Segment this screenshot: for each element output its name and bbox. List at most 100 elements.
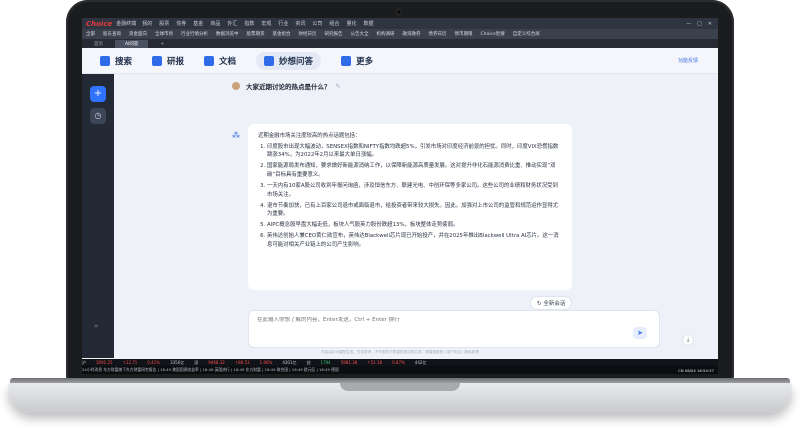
ticker-value: 沪 (82, 359, 86, 365)
toolbar-item[interactable]: 股票期货 (247, 31, 265, 37)
nav-label: 搜索 (115, 56, 133, 67)
disclaimer-text: 内容由AI大模型生成，仅供参考，不代表东方财富的观点和立场，请谨慎甄别 | 用户… (321, 350, 479, 354)
nav-documents[interactable]: 文档 (204, 55, 236, 67)
toolbar-item[interactable]: 机构调研 (377, 31, 395, 37)
menu-item-mine[interactable]: 我的 (142, 20, 152, 27)
toolbar-item[interactable]: 财经日历 (299, 31, 317, 37)
list-item: 退市节奏加快，已有上百家公司退市或面临退市，给投资者带来较大损失。因此，加强对上… (267, 202, 562, 219)
answer-intro: 近期金融市场关注度较高的热点话题包括： (258, 133, 361, 139)
menu-item-funds[interactable]: 基金 (193, 20, 203, 27)
minimize-icon[interactable]: — (686, 21, 691, 27)
user-question: 大家近期讨论的热点是什么？ ✎ (232, 81, 341, 91)
edit-icon[interactable]: ✎ (336, 83, 341, 90)
toolbar-item[interactable]: 全球市场 (155, 31, 173, 37)
send-icon[interactable]: ➤ (633, 327, 647, 339)
more-icon (341, 55, 352, 66)
ticker-value: 0.41% (147, 360, 161, 365)
toolbar-item[interactable]: 全部 (86, 31, 95, 37)
app-logo: Choice (86, 19, 113, 28)
ticker-value: ↑12.71 (122, 360, 138, 365)
ticker-value: 1.06% (259, 360, 273, 365)
close-icon[interactable]: ✕ (708, 21, 712, 27)
toolbar-item[interactable]: 数据浏览中 (216, 31, 239, 37)
left-rail: + ◷ » (82, 74, 114, 358)
qa-icon (264, 55, 275, 66)
search-icon (100, 55, 110, 66)
feedback-link[interactable]: 功能反馈 (678, 57, 698, 64)
menu-item-industry[interactable]: 行业 (278, 20, 288, 27)
menu-item-stocks[interactable]: 股票 (159, 20, 169, 27)
answer-list: 印度股市出现大幅波动，SENSEX指数和NIFTY指数均跌超5%，引发市场对印度… (258, 143, 562, 250)
menu-item-bonds[interactable]: 债券 (176, 20, 186, 27)
ai-assistant-icon: ⁂ (232, 131, 240, 140)
toolbar-item[interactable]: 自定义综合屏 (513, 31, 540, 37)
screen: Choice 金融终端 我的 股票 债券 基金 商品 外汇 指数 宏观 行业 资… (82, 18, 718, 374)
menu-item-portfolio[interactable]: 组合 (329, 20, 339, 27)
tab-ai-qa[interactable]: AI问答 (115, 40, 149, 48)
market-ticker: 沪 3091.25 ↑12.71 0.41% 3356亿 深 9468.32 ↑… (82, 359, 718, 366)
new-chat-label: 全新会话 (543, 301, 566, 307)
toolbar-item[interactable]: 债券日历 (429, 31, 447, 37)
report-icon (152, 55, 163, 66)
list-item: AIPC概念股早盘大幅走低，板块人气股英力股份跌超13%，板块整体走势疲弱。 (267, 221, 562, 230)
add-chat-icon[interactable]: + (90, 86, 106, 102)
ai-qa-app: 搜索 研报 文档 妙想问答 更多 功能反馈 + ◷ » 大家近期讨论的热点是什么… (82, 48, 718, 358)
toolbar-item[interactable]: 融资融券 (403, 31, 421, 37)
menu-item-company[interactable]: 公司 (312, 20, 322, 27)
menu-item-macro[interactable]: 宏观 (261, 20, 271, 27)
menu-item-forex[interactable]: 外汇 (227, 20, 237, 27)
ticker-value: 创 (306, 359, 311, 365)
new-chat-button[interactable]: ↻ 全新会话 (530, 296, 573, 310)
news-ticker-text[interactable]: 24小时消息 东方财富旗下东方财富研究报告 | 16:49 美国国债收益率 | … (82, 367, 339, 373)
history-icon[interactable]: ◷ (90, 108, 106, 124)
maximize-icon[interactable]: □ (697, 21, 702, 27)
ticker-value: 深 (194, 359, 199, 365)
nav-label: 妙想问答 (279, 56, 314, 67)
toolbar-item[interactable]: 研究报告 (325, 31, 343, 37)
menu-item-quant[interactable]: 量化 (346, 20, 356, 27)
tab-strip: 首页 AI问答 + (82, 39, 718, 48)
toolbar-item[interactable]: Choice智搜 (481, 31, 505, 37)
nav-reports[interactable]: 研报 (152, 55, 184, 67)
function-nav: 搜索 研报 文档 妙想问答 更多 功能反馈 (82, 48, 718, 74)
ticker-value: 9468.32 (208, 360, 225, 365)
menu-item-news[interactable]: 资讯 (295, 20, 305, 27)
title-bar: Choice 金融终端 我的 股票 债券 基金 商品 外汇 指数 宏观 行业 资… (82, 18, 718, 29)
news-ticker: 24小时消息 东方财富旗下东方财富研究报告 | 16:49 美国国债收益率 | … (82, 366, 718, 374)
toolbar-item[interactable]: 资金面向 (129, 31, 147, 37)
ticker-value: ↑51.18 (367, 360, 383, 365)
toolbar-item[interactable]: 行业行情分析 (181, 31, 208, 37)
nav-search[interactable]: 搜索 (100, 55, 132, 67)
menu-item-data[interactable]: 数据 (363, 20, 373, 27)
nav-label: 研报 (167, 56, 185, 67)
nav-label: 文档 (219, 56, 237, 67)
nav-more[interactable]: 更多 (341, 55, 373, 67)
camera-icon (396, 9, 402, 15)
avatar (232, 82, 240, 90)
clock: CN 06/04 16:54:37 (678, 367, 714, 373)
menu-item-commodities[interactable]: 商品 (210, 20, 220, 27)
ticker-value: 1794 (320, 360, 331, 365)
toolbar-item[interactable]: 股东查询 (103, 31, 121, 37)
tab-add-icon[interactable]: + (150, 41, 174, 48)
scroll-down-icon[interactable]: ↓ (682, 334, 694, 346)
ticker-value: 442亿 (414, 359, 427, 365)
list-item: 印度股市出现大幅波动，SENSEX指数和NIFTY指数均跌超5%，引发市场对印度… (267, 143, 562, 160)
laptop-mockup: Choice 金融终端 我的 股票 债券 基金 商品 外汇 指数 宏观 行业 资… (0, 0, 800, 435)
list-item: 国家能源局发布通知，要求做好新能源消纳工作，以保障新能源高质量发展。这对提升非化… (267, 162, 562, 179)
refresh-icon: ↻ (537, 301, 542, 307)
list-item: 英伟达创始人兼CEO黄仁勋宣布，英伟达Blackwell芯片现已开始投产，并在2… (267, 232, 562, 249)
ticker-value: ↑86.53 (234, 360, 250, 365)
tab-home[interactable]: 首页 (84, 40, 113, 48)
toolbar-item[interactable]: 公告大全 (351, 31, 369, 37)
expand-icon[interactable]: » (94, 322, 98, 330)
nav-qa[interactable]: 妙想问答 (256, 51, 322, 70)
question-text: 大家近期讨论的热点是什么？ (246, 83, 331, 91)
toolbar-item[interactable]: 基金组合 (273, 31, 291, 37)
quick-toolbar: 全部 股东查询 资金面向 全球市场 行业行情分析 数据浏览中 股票期货 基金组合… (82, 29, 718, 39)
menu-item-index[interactable]: 指数 (244, 20, 254, 27)
toolbar-item[interactable]: 债市期限 (455, 31, 473, 37)
nav-label: 更多 (356, 56, 374, 67)
chat-input[interactable] (257, 317, 587, 323)
app-logo-subtitle: 金融终端 (116, 21, 137, 27)
